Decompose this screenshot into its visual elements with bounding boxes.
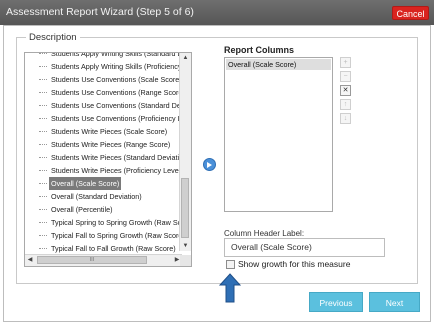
scroll-left-icon[interactable]: ◀ [25,255,35,266]
report-columns-list[interactable]: Overall (Scale Score) [224,57,333,212]
list-item-label: Typical Fall to Spring Growth (Raw Score… [51,231,185,240]
move-up-icon[interactable]: ↑ [340,99,351,110]
list-item[interactable]: Students Apply Writing Skills (Standard … [25,53,191,60]
list-item-label: Students Write Pieces (Proficiency Level… [51,166,183,175]
cancel-button[interactable]: Cancel [392,6,429,20]
horizontal-scroll-thumb[interactable]: III [37,256,147,264]
list-item[interactable]: Students Write Pieces (Standard Deviatio… [25,151,190,164]
scroll-up-icon[interactable]: ▲ [180,53,191,63]
scrollbar-corner [180,255,191,266]
list-item-label: Students Use Conventions (Standard Devia… [51,101,192,110]
list-item[interactable]: Overall (Standard Deviation) [25,190,182,203]
title-bar: Assessment Report Wizard (Step 5 of 6) C… [0,0,434,25]
list-item[interactable]: Students Write Pieces (Proficiency Level… [25,164,183,177]
list-item-label: Students Use Conventions (Proficiency Le… [51,114,192,123]
column-header-input[interactable]: Overall (Scale Score) [224,238,385,257]
list-item-label: Students Use Conventions (Scale Score) [51,75,182,84]
horizontal-scrollbar[interactable]: ◀ III ▶ [25,254,182,266]
show-growth-checkbox[interactable] [226,260,235,269]
list-item-label: Overall (Standard Deviation) [51,192,142,201]
window-title: Assessment Report Wizard (Step 5 of 6) [6,6,194,18]
report-columns-title: Report Columns [224,45,295,55]
list-item[interactable]: Students Use Conventions (Range Score) [25,86,185,99]
available-items: Students Apply Writing Skills (Standard … [25,53,191,255]
add-icon[interactable]: + [340,57,351,68]
list-item-label: Students Write Pieces (Range Score) [51,140,171,149]
list-item[interactable]: Students Use Conventions (Standard Devia… [25,99,191,112]
up-arrow-icon [219,273,241,303]
column-header-label: Column Header Label: [224,229,305,238]
list-item-label: Overall (Scale Score) [49,177,122,190]
list-item-label: Overall (Percentile) [51,205,113,214]
list-item-label: Students Write Pieces (Scale Score) [51,127,168,136]
available-measures-list[interactable]: Students Apply Writing Skills (Standard … [24,52,192,267]
list-item[interactable]: Overall (Percentile) [25,203,182,216]
vertical-scrollbar[interactable]: ▲ ▼ [179,53,191,251]
report-column-item[interactable]: Overall (Scale Score) [226,59,331,70]
list-item[interactable]: Students Use Conventions (Proficiency Le… [25,112,191,125]
vertical-scroll-thumb[interactable] [181,178,189,238]
minus-icon[interactable]: − [340,71,351,82]
previous-button[interactable]: Previous [309,292,363,312]
list-item-label: Typical Spring to Spring Growth (Raw Sco… [51,218,192,227]
list-item-label: Students Apply Writing Skills (Standard … [51,52,192,58]
show-growth-label: Show growth for this measure [238,259,351,269]
remove-column-icon[interactable]: ✕ [340,85,351,96]
list-item-label: Students Use Conventions (Range Score) [51,88,185,97]
list-item[interactable]: Students Use Conventions (Scale Score) [25,73,182,86]
list-item[interactable]: Students Apply Writing Skills (Proficien… [25,60,191,73]
list-item[interactable]: Typical Spring to Spring Growth (Raw Sco… [25,216,191,229]
list-item[interactable]: Students Write Pieces (Scale Score) [25,125,182,138]
list-item-label: Students Apply Writing Skills (Proficien… [51,62,192,71]
list-item[interactable]: Overall (Scale Score) [25,177,182,190]
add-column-arrow-icon[interactable] [203,158,216,171]
next-button[interactable]: Next [369,292,420,312]
list-item-label: Students Write Pieces (Standard Deviatio… [51,153,190,162]
list-item[interactable]: Typical Fall to Spring Growth (Raw Score… [25,229,185,242]
description-legend: Description [26,32,80,43]
move-down-icon[interactable]: ↓ [340,113,351,124]
scroll-down-icon[interactable]: ▼ [180,241,191,251]
list-item[interactable]: Students Write Pieces (Range Score) [25,138,182,151]
